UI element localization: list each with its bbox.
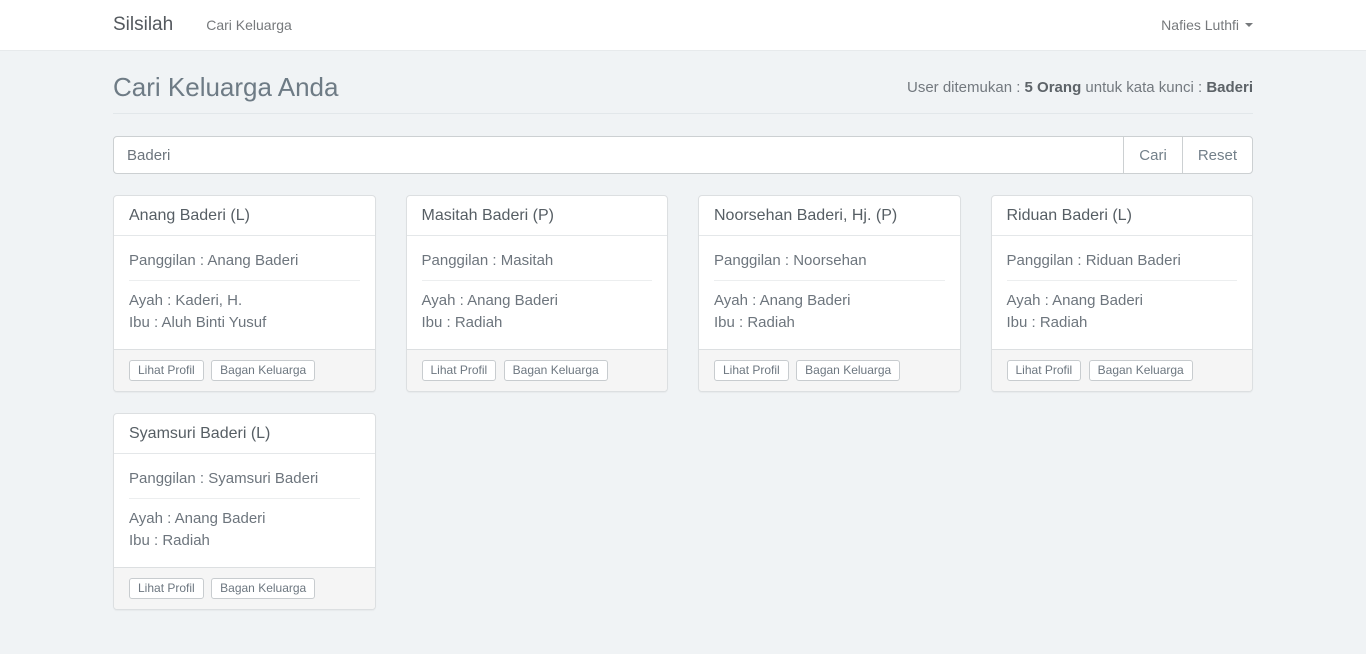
divider bbox=[1007, 280, 1238, 281]
user-dropdown[interactable]: Nafies Luthfi bbox=[1161, 17, 1253, 33]
family-chart-button[interactable]: Bagan Keluarga bbox=[1089, 360, 1193, 381]
page-title: Cari Keluarga Anda bbox=[113, 72, 338, 103]
person-card: Anang Baderi (L) Panggilan : Anang Bader… bbox=[113, 195, 376, 392]
navbar: Silsilah Cari Keluarga Nafies Luthfi bbox=[0, 0, 1366, 51]
person-card-title: Syamsuri Baderi (L) bbox=[114, 414, 375, 454]
person-nickname: Panggilan : Noorsehan bbox=[714, 250, 945, 271]
person-card: Riduan Baderi (L) Panggilan : Riduan Bad… bbox=[991, 195, 1254, 392]
person-card-footer: Lihat Profil Bagan Keluarga bbox=[699, 349, 960, 391]
person-card-footer: Lihat Profil Bagan Keluarga bbox=[114, 349, 375, 391]
result-keyword: Baderi bbox=[1206, 79, 1253, 96]
divider bbox=[129, 280, 360, 281]
result-summary-middle: untuk kata kunci : bbox=[1081, 79, 1206, 96]
family-chart-button[interactable]: Bagan Keluarga bbox=[796, 360, 900, 381]
person-nickname: Panggilan : Masitah bbox=[422, 250, 653, 271]
person-card: Masitah Baderi (P) Panggilan : Masitah A… bbox=[406, 195, 669, 392]
divider bbox=[129, 498, 360, 499]
person-card: Noorsehan Baderi, Hj. (P) Panggilan : No… bbox=[698, 195, 961, 392]
main-content: Cari Keluarga Anda User ditemukan : 5 Or… bbox=[113, 72, 1253, 610]
person-card-footer: Lihat Profil Bagan Keluarga bbox=[407, 349, 668, 391]
search-input[interactable] bbox=[113, 136, 1124, 174]
person-nickname: Panggilan : Anang Baderi bbox=[129, 250, 360, 271]
nav-item-cari-keluarga[interactable]: Cari Keluarga bbox=[206, 17, 292, 33]
result-summary-prefix: User ditemukan : bbox=[907, 79, 1025, 96]
divider bbox=[714, 280, 945, 281]
view-profile-button[interactable]: Lihat Profil bbox=[714, 360, 789, 381]
view-profile-button[interactable]: Lihat Profil bbox=[129, 360, 204, 381]
view-profile-button[interactable]: Lihat Profil bbox=[422, 360, 497, 381]
person-father: Ayah : Anang Baderi bbox=[1007, 290, 1238, 312]
person-mother: Ibu : Radiah bbox=[422, 312, 653, 334]
person-mother: Ibu : Radiah bbox=[1007, 312, 1238, 334]
brand-silsilah[interactable]: Silsilah bbox=[113, 14, 173, 36]
page-header: Cari Keluarga Anda User ditemukan : 5 Or… bbox=[113, 72, 1253, 114]
person-nickname: Panggilan : Syamsuri Baderi bbox=[129, 468, 360, 489]
person-card-footer: Lihat Profil Bagan Keluarga bbox=[992, 349, 1253, 391]
search-submit-button[interactable]: Cari bbox=[1123, 136, 1183, 174]
view-profile-button[interactable]: Lihat Profil bbox=[1007, 360, 1082, 381]
person-father: Ayah : Kaderi, H. bbox=[129, 290, 360, 312]
person-card: Syamsuri Baderi (L) Panggilan : Syamsuri… bbox=[113, 413, 376, 610]
person-father: Ayah : Anang Baderi bbox=[422, 290, 653, 312]
person-card-title: Anang Baderi (L) bbox=[114, 196, 375, 236]
person-mother: Ibu : Radiah bbox=[714, 312, 945, 334]
result-summary: User ditemukan : 5 Orang untuk kata kunc… bbox=[907, 79, 1253, 96]
result-count: 5 Orang bbox=[1025, 79, 1082, 96]
person-mother: Ibu : Aluh Binti Yusuf bbox=[129, 312, 360, 334]
person-mother: Ibu : Radiah bbox=[129, 530, 360, 552]
caret-down-icon bbox=[1245, 23, 1253, 27]
view-profile-button[interactable]: Lihat Profil bbox=[129, 578, 204, 599]
family-chart-button[interactable]: Bagan Keluarga bbox=[504, 360, 608, 381]
search-form: Cari Reset bbox=[113, 136, 1253, 174]
person-father: Ayah : Anang Baderi bbox=[129, 508, 360, 530]
person-card-footer: Lihat Profil Bagan Keluarga bbox=[114, 567, 375, 609]
user-name: Nafies Luthfi bbox=[1161, 17, 1239, 33]
divider bbox=[422, 280, 653, 281]
family-chart-button[interactable]: Bagan Keluarga bbox=[211, 578, 315, 599]
person-card-title: Noorsehan Baderi, Hj. (P) bbox=[699, 196, 960, 236]
search-results-grid: Anang Baderi (L) Panggilan : Anang Bader… bbox=[113, 195, 1253, 610]
family-chart-button[interactable]: Bagan Keluarga bbox=[211, 360, 315, 381]
person-nickname: Panggilan : Riduan Baderi bbox=[1007, 250, 1238, 271]
person-father: Ayah : Anang Baderi bbox=[714, 290, 945, 312]
search-reset-button[interactable]: Reset bbox=[1182, 136, 1253, 174]
person-card-title: Riduan Baderi (L) bbox=[992, 196, 1253, 236]
person-card-title: Masitah Baderi (P) bbox=[407, 196, 668, 236]
